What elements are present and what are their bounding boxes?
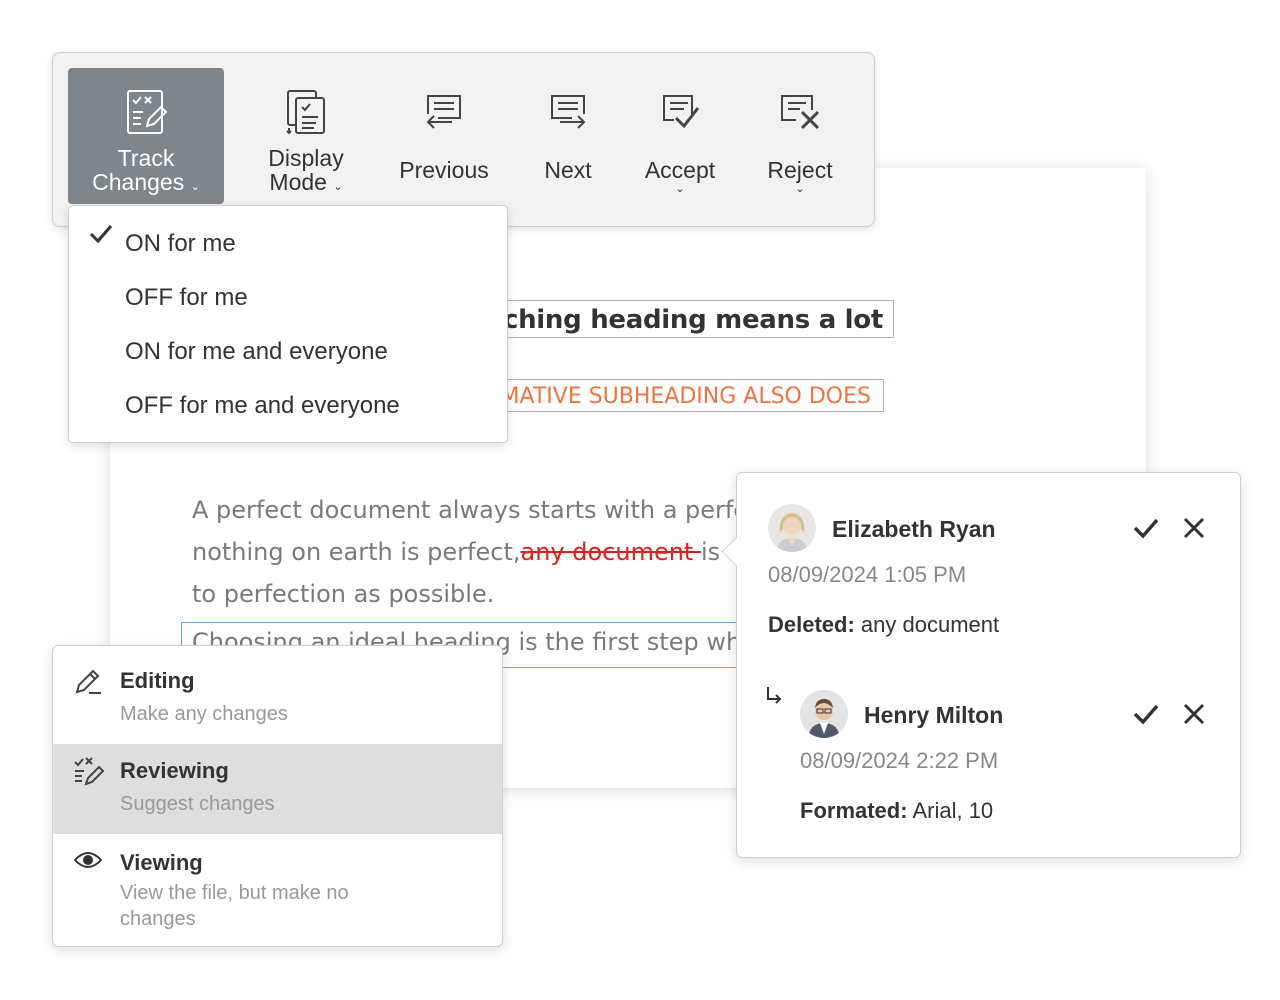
menu-item-label: ON for me and everyone xyxy=(125,338,388,365)
next-button[interactable]: Next xyxy=(523,68,613,204)
review-icon xyxy=(73,756,105,791)
accept-label: Accept xyxy=(644,157,716,183)
reject-icon[interactable] xyxy=(1179,699,1209,729)
mode-description: Suggest changes xyxy=(120,793,275,815)
chevron-down-icon: ⌄ xyxy=(333,181,343,193)
subheading-text: MATIVE SUBHEADING ALSO DOES xyxy=(500,384,871,409)
menu-item-label: ON for me xyxy=(125,230,236,257)
track-changes-label: Track Changes ⌄ xyxy=(92,145,200,195)
avatar xyxy=(768,504,816,552)
paragraph-text: is xyxy=(700,538,721,566)
reply-arrow-icon xyxy=(765,685,785,710)
track-changes-icon xyxy=(123,88,169,136)
change-detail: Formated: Arial, 10 xyxy=(800,798,994,823)
paragraph-text: nothing on earth is perfect, xyxy=(192,538,521,566)
comment-date: 08/09/2024 1:05 PM xyxy=(768,562,967,587)
menu-item-label: OFF for me xyxy=(125,284,248,311)
menu-item-off-for-me[interactable]: OFF for me xyxy=(69,266,507,320)
mode-editing[interactable]: Editing Make any changes xyxy=(53,646,502,744)
mode-description: View the file, but make no changes xyxy=(120,882,349,930)
chevron-down-icon: ⌄ xyxy=(795,183,805,195)
menu-item-on-for-me[interactable]: ON for me xyxy=(69,212,507,266)
paragraph-line-1: A perfect document always starts with a … xyxy=(192,496,749,524)
menu-item-on-for-everyone[interactable]: ON for me and everyone xyxy=(69,320,507,374)
reject-change-icon xyxy=(778,88,822,136)
menu-item-off-for-everyone[interactable]: OFF for me and everyone xyxy=(69,374,507,428)
pencil-icon xyxy=(73,666,103,701)
next-change-icon xyxy=(546,88,590,136)
display-mode-icon xyxy=(284,88,328,136)
heading-text: tching heading means a lot xyxy=(490,305,883,335)
comment-author: Henry Milton xyxy=(864,702,1004,728)
track-changes-button[interactable]: Track Changes ⌄ xyxy=(68,68,224,204)
previous-label: Previous xyxy=(399,157,489,183)
display-mode-button[interactable]: Display Mode ⌄ xyxy=(245,68,367,204)
accept-icon[interactable] xyxy=(1131,699,1161,729)
mode-title: Reviewing xyxy=(120,758,229,783)
reject-button[interactable]: Reject ⌄ xyxy=(753,68,847,204)
eye-icon xyxy=(73,850,103,875)
previous-change-icon xyxy=(422,88,466,136)
comment-date: 08/09/2024 2:22 PM xyxy=(800,748,999,773)
mode-viewing[interactable]: Viewing View the file, but make no chang… xyxy=(53,834,502,946)
chevron-down-icon: ⌄ xyxy=(190,181,200,193)
menu-item-label: OFF for me and everyone xyxy=(125,392,400,419)
change-details-popup: Elizabeth Ryan 08/09/2024 1:05 PM Delete… xyxy=(721,472,1241,858)
track-changes-menu: ON for me OFF for me ON for me and every… xyxy=(68,205,508,443)
comment-author: Elizabeth Ryan xyxy=(832,516,996,542)
deleted-text[interactable]: any document xyxy=(521,538,701,566)
next-label: Next xyxy=(544,157,592,183)
chevron-down-icon: ⌄ xyxy=(675,183,685,195)
change-detail: Deleted: any document xyxy=(768,612,1000,637)
mode-title: Editing xyxy=(120,668,195,693)
reject-icon[interactable] xyxy=(1179,513,1209,543)
reject-label: Reject xyxy=(767,157,833,183)
mode-description: Make any changes xyxy=(120,703,288,725)
paragraph-line-2: nothing on earth is perfect,any document… xyxy=(192,538,720,566)
mode-reviewing[interactable]: Reviewing Suggest changes xyxy=(53,744,502,834)
paragraph-line-3: to perfection as possible. xyxy=(192,580,495,608)
mode-title: Viewing xyxy=(120,850,203,875)
display-mode-label: Display Mode ⌄ xyxy=(268,145,344,195)
review-toolbar: TrackChanges ⌄ DisplayMode ⌄ Previous xyxy=(52,52,875,227)
editing-mode-panel: Editing Make any changes Reviewing Sugge… xyxy=(52,645,503,947)
avatar xyxy=(800,690,848,738)
accept-icon[interactable] xyxy=(1131,513,1161,543)
checkmark-icon xyxy=(89,222,113,251)
previous-button[interactable]: Previous xyxy=(388,68,500,204)
accept-button[interactable]: Accept ⌄ xyxy=(633,68,727,204)
accept-change-icon xyxy=(658,88,702,136)
